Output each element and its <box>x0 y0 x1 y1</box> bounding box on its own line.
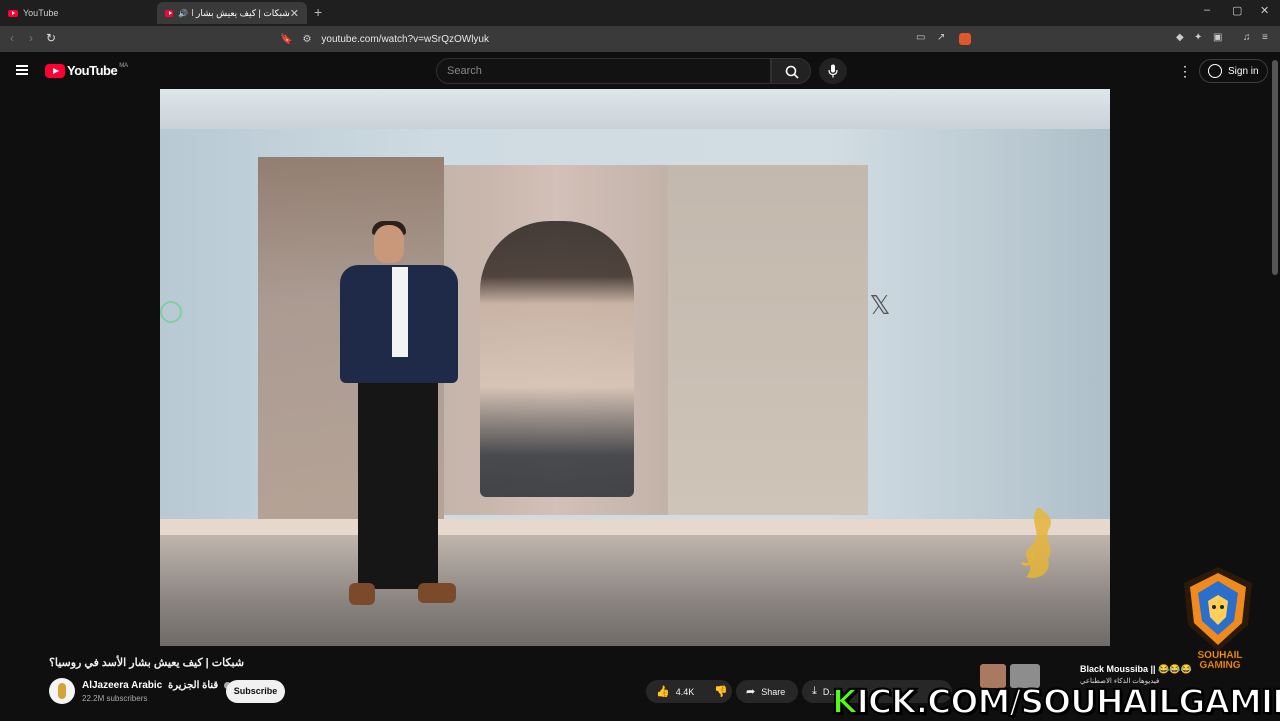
user-account-icon <box>1208 64 1222 78</box>
backdrop-portrait <box>480 221 634 497</box>
like-icon[interactable]: 👍 <box>656 685 670 698</box>
channel-name-en[interactable]: AlJazeera Arabic <box>82 680 162 691</box>
maximize-button[interactable]: ▢ <box>1232 4 1242 17</box>
like-dislike-group: 👍 4.4K 👎 <box>646 680 732 703</box>
channel-name[interactable]: AlJazeera Arabic قناة الجزيرة <box>82 680 231 691</box>
video-title: شبكات | كيف يعيش بشار الأسد في روسيا؟ <box>49 657 245 669</box>
share-label: Share <box>761 686 786 697</box>
wallet-icon[interactable]: ◆ <box>1176 32 1184 43</box>
kick-channel-watermark: KICK.COM/SOUHAILGAMING <box>831 681 1280 721</box>
menu-icon[interactable]: ≡ <box>1262 32 1268 43</box>
subscribe-button[interactable]: Subscribe <box>226 680 285 703</box>
presenter-shirt <box>392 267 408 357</box>
tab-title: YouTube <box>23 8 59 18</box>
kick-prefix: K <box>831 681 859 721</box>
channel-name-ar[interactable]: قناة الجزيرة <box>168 680 218 691</box>
country-code: MA <box>119 62 129 69</box>
x-logo-icon: 𝕏 <box>869 290 891 320</box>
search-icon <box>785 65 799 79</box>
share-button[interactable]: ➦ Share <box>736 680 798 703</box>
reload-icon[interactable]: ↻ <box>46 31 56 45</box>
studio-floor <box>160 535 1110 646</box>
souhail-gaming-badge-text: SOUHAIL GAMING <box>1180 650 1260 671</box>
presenter-shoe-left <box>349 583 375 605</box>
souhail-gaming-lion-logo-icon <box>1184 567 1252 651</box>
search-input[interactable]: Search <box>436 58 771 84</box>
backdrop-right-panel <box>668 165 868 515</box>
studio-floor-edge <box>160 519 1110 535</box>
tab-close-icon[interactable]: ✕ <box>290 7 299 20</box>
bookmark-icon[interactable]: 🔖 <box>280 34 292 45</box>
badge-line-2: GAMING <box>1199 660 1241 671</box>
search-button[interactable] <box>771 58 811 84</box>
voice-search-button[interactable] <box>819 58 847 84</box>
forward-arrow-icon[interactable]: › <box>29 31 33 45</box>
tab-youtube[interactable]: YouTube <box>0 2 150 24</box>
dislike-icon[interactable]: 👎 <box>714 685 728 698</box>
share-icon: ➦ <box>746 686 756 698</box>
download-icon: ⤓ <box>812 685 817 697</box>
sign-in-button[interactable]: Sign in <box>1199 59 1268 83</box>
share-page-icon[interactable]: ↗ <box>937 32 945 43</box>
presenter-legs <box>358 379 438 589</box>
hamburger-menu-icon[interactable] <box>16 65 28 75</box>
presenter-shoe-right <box>418 583 456 603</box>
whatsapp-icon <box>160 301 182 323</box>
site-info-icon[interactable]: ⚙ <box>302 34 311 45</box>
channel-avatar[interactable] <box>49 678 75 704</box>
presenter-head <box>374 225 404 263</box>
subscriber-count: 22.2M subscribers <box>82 694 148 703</box>
tab-title: شبكات | كيف يعيش بشار الأسد <box>192 7 290 18</box>
address-bar[interactable]: 🔖 ⚙ youtube.com/watch?v=wSrQzOWlyuk <box>280 29 980 49</box>
extensions-icon[interactable]: ✦ <box>1194 32 1202 43</box>
youtube-masthead: YouTube MA Search ⋮ Sign in <box>0 52 1280 90</box>
aljazeera-logo-icon <box>1021 507 1051 579</box>
browser-tab-strip: YouTube 🔊 شبكات | كيف يعيش بشار الأسد ✕ … <box>0 0 1280 26</box>
settings-kebab-icon[interactable]: ⋮ <box>1178 63 1192 80</box>
video-player[interactable]: 𝕏 <box>160 89 1110 646</box>
back-arrow-icon[interactable]: ‹ <box>10 31 14 45</box>
kick-url: ICK.COM/SOUHAILGAMING <box>856 681 1280 721</box>
media-icon[interactable]: ♫ <box>1243 32 1251 43</box>
sign-in-label: Sign in <box>1228 65 1259 77</box>
studio-backdrop <box>160 129 1110 519</box>
youtube-favicon-icon <box>165 9 174 17</box>
close-window-button[interactable]: ✕ <box>1260 4 1269 17</box>
new-tab-button[interactable]: + <box>314 4 322 20</box>
sidebar-icon[interactable]: ▣ <box>1213 32 1222 43</box>
minimize-button[interactable]: – <box>1204 4 1210 16</box>
youtube-favicon-icon <box>8 9 18 17</box>
youtube-logo[interactable]: YouTube MA <box>45 63 128 78</box>
speaker-icon[interactable]: 🔊 <box>178 9 188 18</box>
tab-video-active[interactable]: 🔊 شبكات | كيف يعيش بشار الأسد ✕ <box>157 2 307 24</box>
like-count[interactable]: 4.4K <box>676 687 695 697</box>
page-scrollbar[interactable] <box>1272 60 1278 275</box>
youtube-play-icon <box>45 63 65 78</box>
logo-text: YouTube <box>67 63 118 78</box>
studio-ceiling <box>160 89 1110 129</box>
browser-toolbar: ‹ › ↻ 🔖 ⚙ youtube.com/watch?v=wSrQzOWlyu… <box>0 26 1280 52</box>
overlay-title: Black Moussiba || 😂😂😂 <box>1080 664 1192 674</box>
url-text[interactable]: youtube.com/watch?v=wSrQzOWlyuk <box>321 34 489 45</box>
microphone-icon <box>828 64 838 78</box>
cast-icon[interactable]: ▭ <box>916 32 925 43</box>
brave-shield-icon[interactable] <box>959 33 971 45</box>
